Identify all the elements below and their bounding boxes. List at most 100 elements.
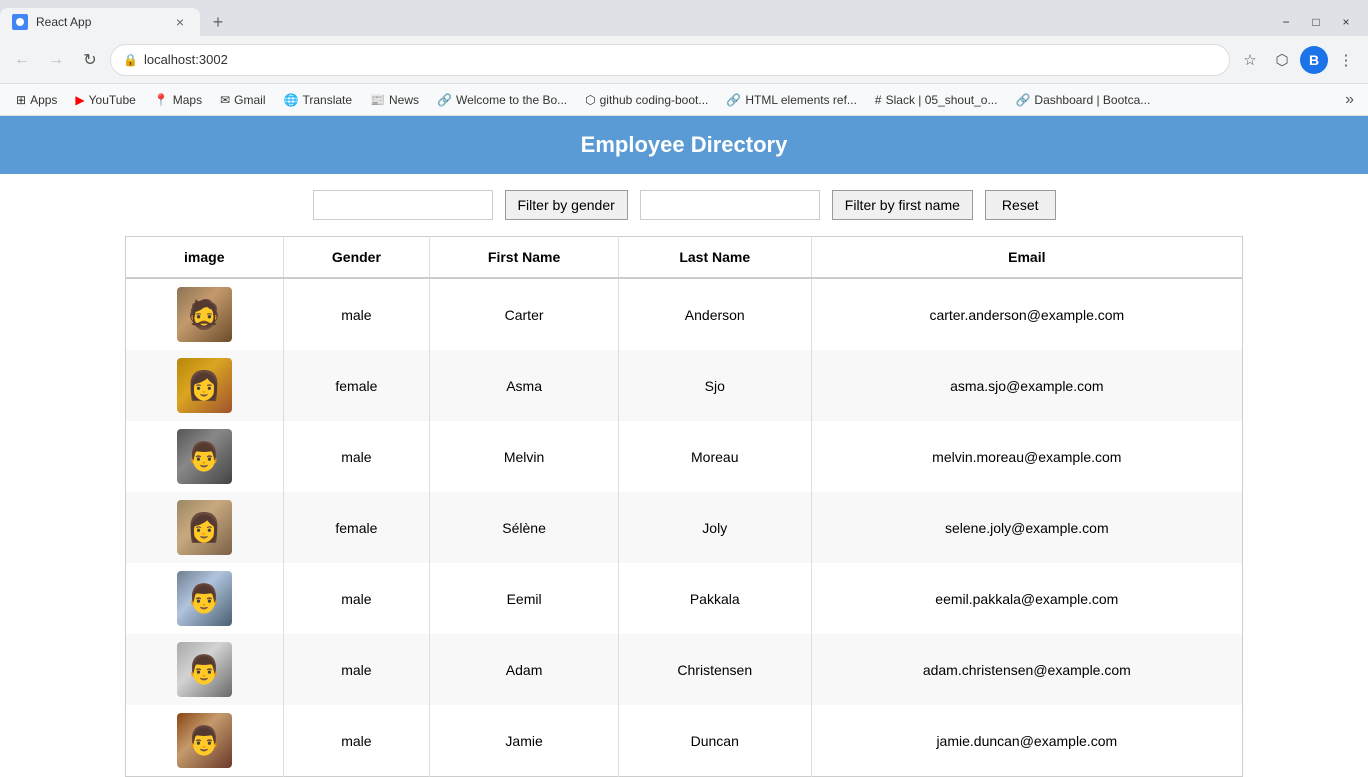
tab-title: React App — [36, 15, 164, 29]
gender-filter-btn[interactable]: Filter by gender — [505, 190, 628, 220]
gmail-icon: ✉ — [220, 93, 230, 107]
news-icon: 📰 — [370, 93, 385, 107]
table-row: 👩 female Sélène Joly selene.joly@example… — [126, 492, 1243, 563]
col-first-name: First Name — [430, 237, 619, 279]
bookmark-label: News — [389, 93, 419, 107]
cell-gender: male — [283, 278, 430, 350]
github-icon: ⬡ — [585, 93, 595, 107]
close-btn[interactable]: × — [1332, 8, 1360, 36]
avatar: 👨 — [177, 642, 232, 697]
cell-first-name: Asma — [430, 350, 619, 421]
cell-gender: male — [283, 705, 430, 777]
avatar: 👨 — [177, 429, 232, 484]
star-btn[interactable]: ☆ — [1236, 46, 1264, 74]
html-icon: 🔗 — [726, 93, 741, 107]
bookmark-label: Dashboard | Bootca... — [1034, 93, 1150, 107]
translate-icon: 🌐 — [284, 93, 299, 107]
bookmark-github[interactable]: ⬡ github coding-boot... — [577, 90, 716, 110]
cell-gender: male — [283, 563, 430, 634]
toolbar-icons: ☆ ⬡ B ⋮ — [1236, 46, 1360, 74]
more-btn[interactable]: ⋮ — [1332, 46, 1360, 74]
bookmark-label: Gmail — [234, 93, 265, 107]
slack-icon: # — [875, 93, 882, 107]
bookmark-label: Translate — [302, 93, 352, 107]
tab-favicon — [12, 14, 28, 30]
cell-gender: female — [283, 350, 430, 421]
name-filter-input[interactable] — [640, 190, 820, 220]
cell-last-name: Joly — [618, 492, 811, 563]
url-bar[interactable]: 🔒 localhost:3002 — [110, 44, 1230, 76]
bookmark-gmail[interactable]: ✉ Gmail — [212, 90, 273, 110]
cell-image: 👨 — [126, 705, 284, 777]
address-bar: ← → ↻ 🔒 localhost:3002 ☆ ⬡ B ⋮ — [0, 36, 1368, 84]
extension-btn[interactable]: ⬡ — [1268, 46, 1296, 74]
avatar: 👨 — [177, 713, 232, 768]
cell-email: eemil.pakkala@example.com — [811, 563, 1242, 634]
bookmark-translate[interactable]: 🌐 Translate — [276, 90, 361, 110]
cell-email: asma.sjo@example.com — [811, 350, 1242, 421]
avatar: 🧔 — [177, 287, 232, 342]
maximize-btn[interactable]: □ — [1302, 8, 1330, 36]
apps-icon: ⊞ — [16, 93, 26, 107]
bookmark-label: Maps — [173, 93, 202, 107]
name-filter-btn[interactable]: Filter by first name — [832, 190, 973, 220]
active-tab[interactable]: React App × — [0, 8, 200, 36]
avatar: 👩 — [177, 358, 232, 413]
cell-image: 👩 — [126, 492, 284, 563]
cell-last-name: Christensen — [618, 634, 811, 705]
bookmark-slack[interactable]: # Slack | 05_shout_o... — [867, 90, 1006, 110]
cell-image: 🧔 — [126, 278, 284, 350]
filter-bar: Filter by gender Filter by first name Re… — [0, 174, 1368, 236]
reset-btn[interactable]: Reset — [985, 190, 1056, 220]
bookmark-youtube[interactable]: ▶ YouTube — [67, 90, 143, 110]
table-head: image Gender First Name Last Name Email — [126, 237, 1243, 279]
url-text: localhost:3002 — [144, 52, 1217, 67]
cell-email: selene.joly@example.com — [811, 492, 1242, 563]
bookmark-welcome[interactable]: 🔗 Welcome to the Bo... — [429, 90, 575, 110]
reload-btn[interactable]: ↻ — [76, 46, 104, 74]
cell-last-name: Moreau — [618, 421, 811, 492]
table-row: 👨 male Jamie Duncan jamie.duncan@example… — [126, 705, 1243, 777]
bookmark-label: github coding-boot... — [600, 93, 709, 107]
employee-table-container: image Gender First Name Last Name Email … — [109, 236, 1259, 777]
bookmark-maps[interactable]: 📍 Maps — [146, 90, 210, 110]
cell-email: melvin.moreau@example.com — [811, 421, 1242, 492]
table-row: 👩 female Asma Sjo asma.sjo@example.com — [126, 350, 1243, 421]
cell-gender: male — [283, 421, 430, 492]
table-header-row: image Gender First Name Last Name Email — [126, 237, 1243, 279]
tab-close-btn[interactable]: × — [172, 14, 188, 30]
avatar: 👩 — [177, 500, 232, 555]
cell-first-name: Adam — [430, 634, 619, 705]
cell-last-name: Pakkala — [618, 563, 811, 634]
bookmark-html[interactable]: 🔗 HTML elements ref... — [718, 90, 865, 110]
youtube-icon: ▶ — [75, 93, 84, 107]
cell-gender: female — [283, 492, 430, 563]
bookmark-label: Slack | 05_shout_o... — [886, 93, 998, 107]
link-icon: 🔗 — [437, 93, 452, 107]
cell-image: 👨 — [126, 421, 284, 492]
gender-filter-input[interactable] — [313, 190, 493, 220]
profile-btn[interactable]: B — [1300, 46, 1328, 74]
browser-window: React App × + − □ × ← → ↻ 🔒 localhost:30… — [0, 0, 1368, 777]
bookmark-label: YouTube — [89, 93, 136, 107]
cell-first-name: Sélène — [430, 492, 619, 563]
bookmark-dashboard[interactable]: 🔗 Dashboard | Bootca... — [1007, 90, 1158, 110]
employee-table: image Gender First Name Last Name Email … — [125, 236, 1243, 777]
lock-icon: 🔒 — [123, 53, 138, 67]
bookmark-news[interactable]: 📰 News — [362, 90, 427, 110]
new-tab-btn[interactable]: + — [204, 8, 232, 36]
back-btn[interactable]: ← — [8, 46, 36, 74]
cell-email: adam.christensen@example.com — [811, 634, 1242, 705]
app-title: Employee Directory — [581, 132, 788, 157]
forward-btn[interactable]: → — [42, 46, 70, 74]
bookmark-apps[interactable]: ⊞ Apps — [8, 90, 65, 110]
minimize-btn[interactable]: − — [1272, 8, 1300, 36]
avatar: 👨 — [177, 571, 232, 626]
cell-first-name: Melvin — [430, 421, 619, 492]
table-row: 👨 male Eemil Pakkala eemil.pakkala@examp… — [126, 563, 1243, 634]
cell-email: carter.anderson@example.com — [811, 278, 1242, 350]
bookmark-label: Welcome to the Bo... — [456, 93, 567, 107]
tab-bar: React App × + − □ × — [0, 0, 1368, 36]
cell-first-name: Eemil — [430, 563, 619, 634]
more-bookmarks-btn[interactable]: » — [1339, 88, 1360, 112]
